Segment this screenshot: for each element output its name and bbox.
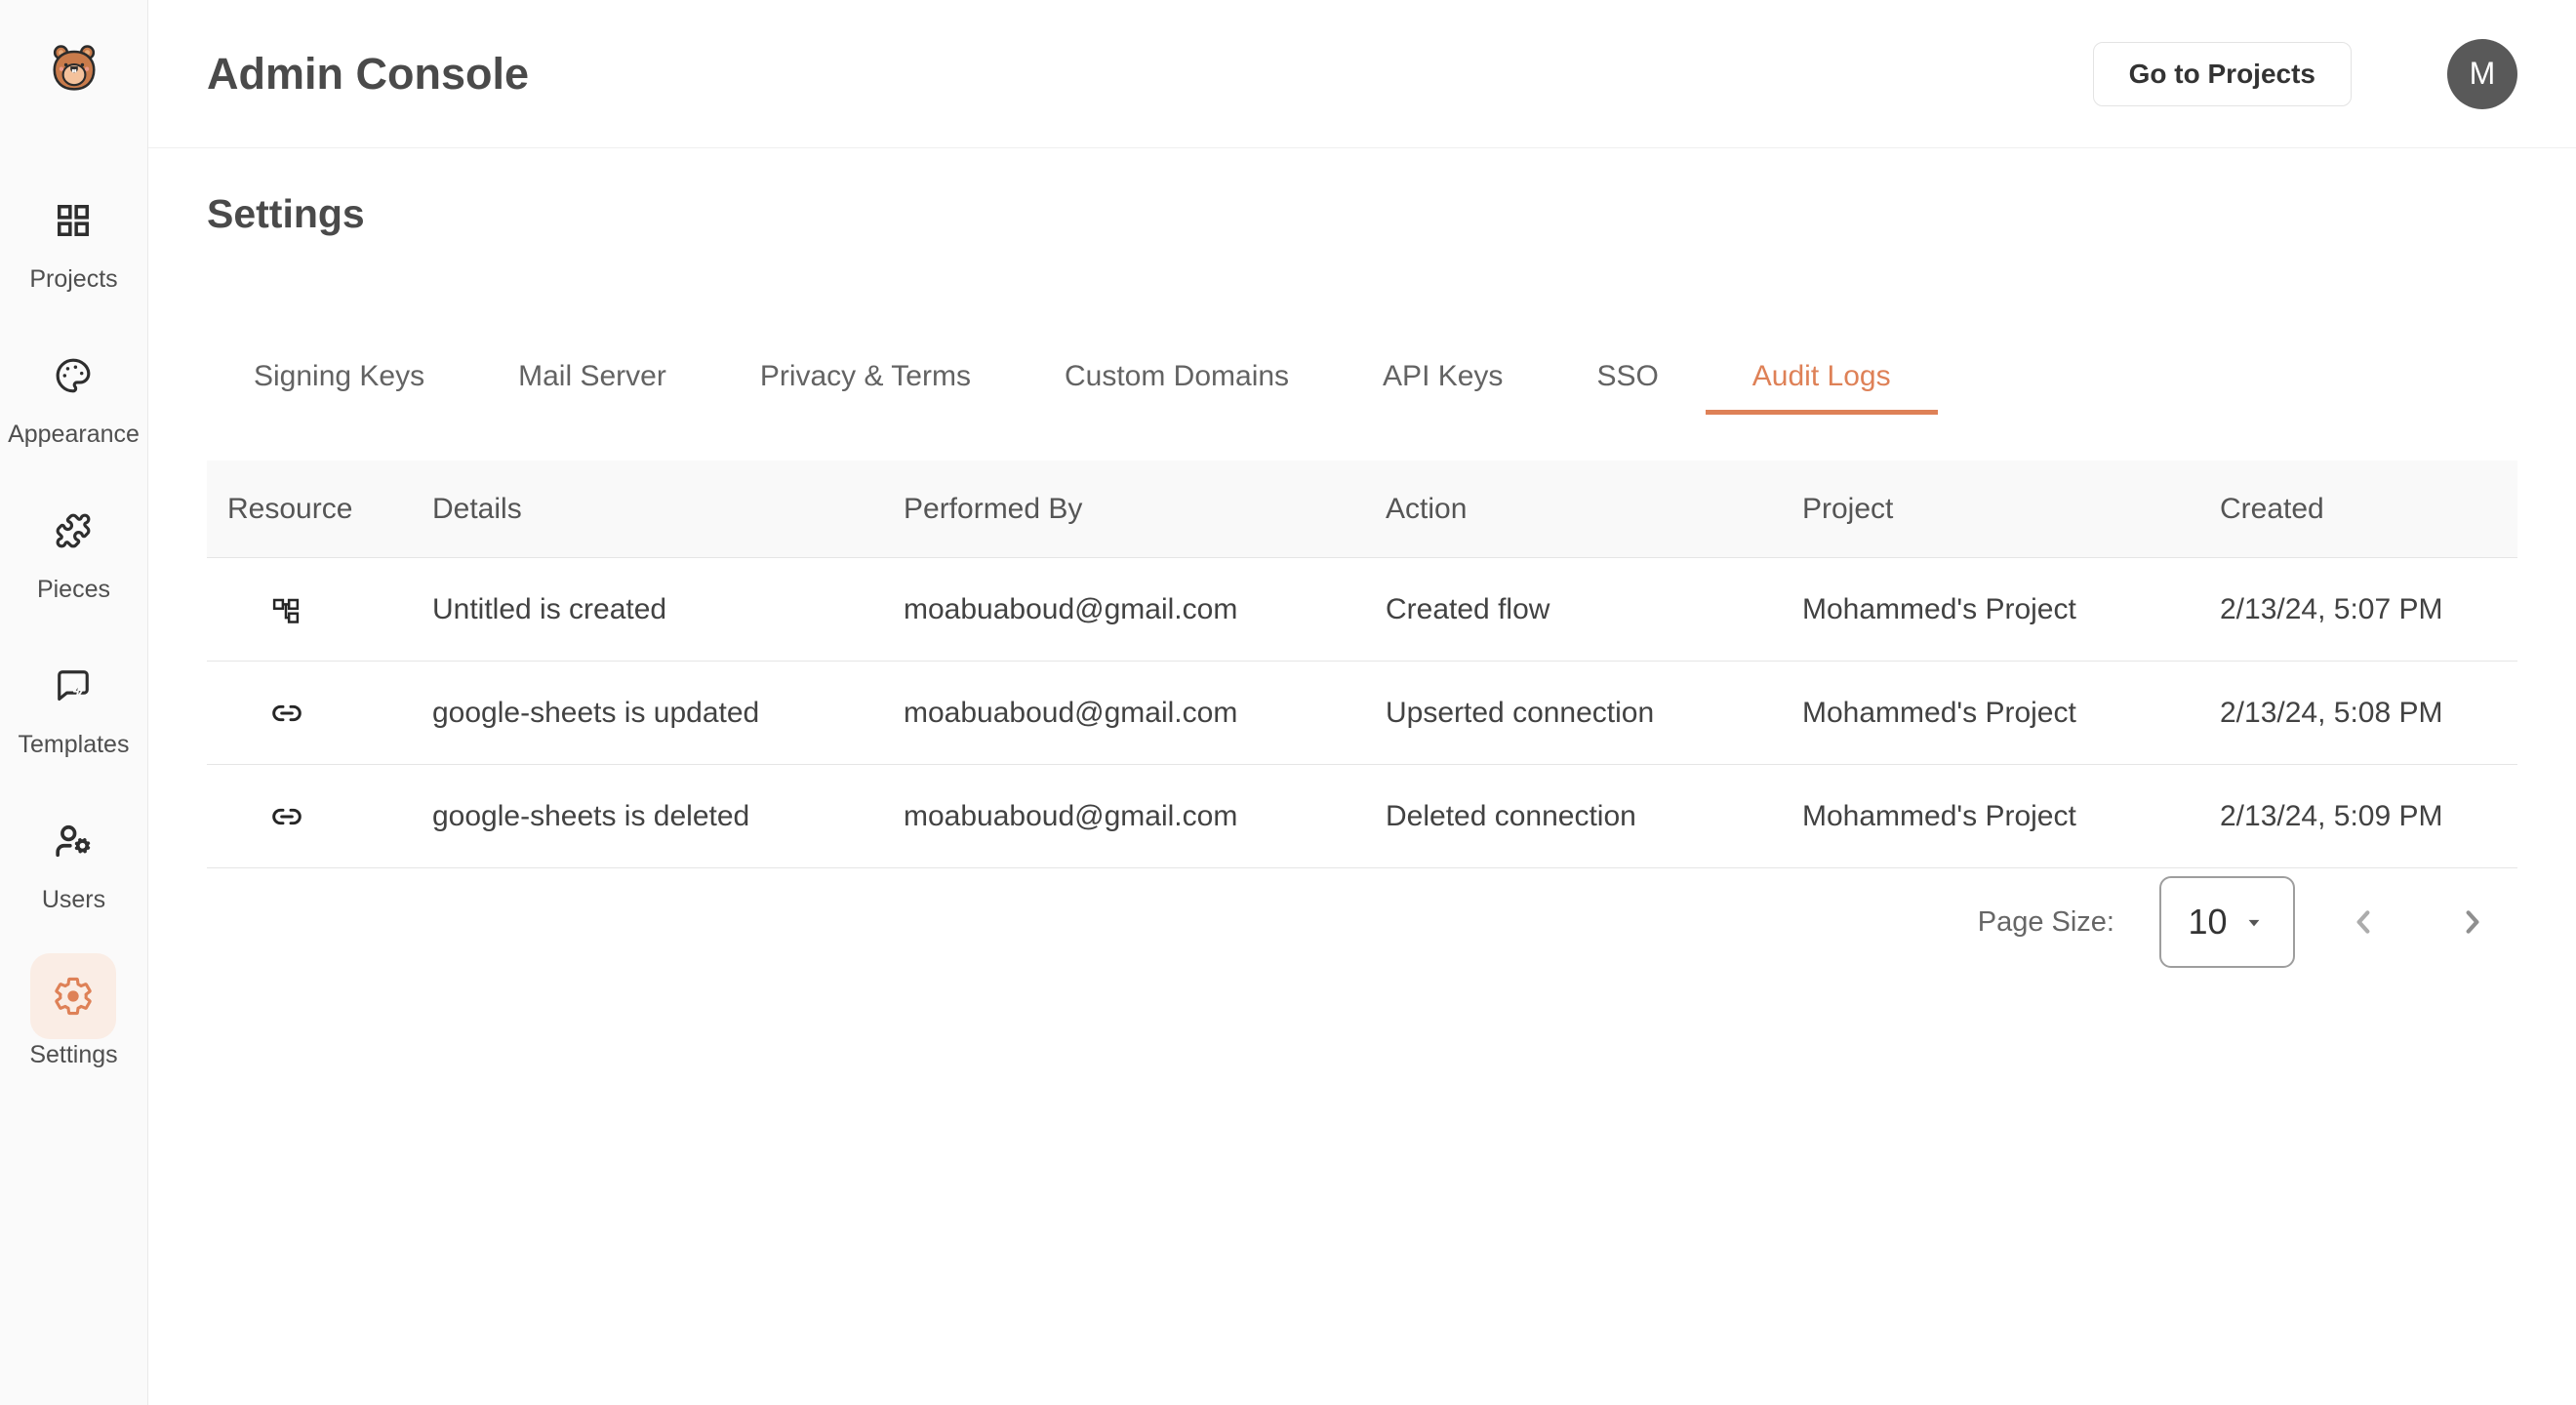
palette-icon: [30, 333, 116, 419]
caret-down-icon: [2241, 909, 2267, 935]
tab-signing-keys[interactable]: Signing Keys: [207, 342, 471, 415]
details-cell: google-sheets is deleted: [412, 800, 883, 833]
chevron-right-icon: [2452, 902, 2493, 943]
bear-mascot-icon: [48, 41, 101, 94]
column-header-performed-by: Performed By: [883, 493, 1365, 526]
tab-mail-server[interactable]: Mail Server: [471, 342, 713, 415]
column-header-resource: Resource: [207, 493, 412, 526]
page-size-label: Page Size:: [1978, 906, 2114, 939]
details-cell: google-sheets is updated: [412, 697, 883, 730]
settings-page: Settings Signing Keys Mail Server Privac…: [148, 191, 2576, 968]
previous-page-button[interactable]: [2340, 899, 2387, 945]
pagination: Page Size: 10: [207, 876, 2517, 968]
performed-by-cell: moabuaboud@gmail.com: [883, 800, 1365, 833]
created-cell: 2/13/24, 5:09 PM: [2199, 800, 2517, 833]
performed-by-cell: moabuaboud@gmail.com: [883, 593, 1365, 626]
page-title: Settings: [207, 191, 2517, 237]
project-cell: Mohammed's Project: [1782, 593, 2199, 626]
column-header-created: Created: [2199, 493, 2517, 526]
sidebar-item-settings[interactable]: Settings: [29, 953, 117, 1069]
sidebar-item-label: Appearance: [8, 421, 140, 449]
audit-logs-table: Resource Details Performed By Action Pro…: [207, 461, 2517, 868]
action-cell: Created flow: [1365, 593, 1782, 626]
app-title: Admin Console: [207, 49, 529, 100]
go-to-projects-button[interactable]: Go to Projects: [2093, 42, 2352, 106]
sidebar-item-label: Settings: [29, 1041, 117, 1069]
workflow-icon: [207, 595, 412, 624]
main-area: Admin Console Go to Projects M Settings …: [148, 0, 2576, 968]
project-cell: Mohammed's Project: [1782, 800, 2199, 833]
column-header-action: Action: [1365, 493, 1782, 526]
performed-by-cell: moabuaboud@gmail.com: [883, 697, 1365, 730]
gear-icon: [30, 953, 116, 1039]
tab-sso[interactable]: SSO: [1550, 342, 1705, 415]
created-cell: 2/13/24, 5:08 PM: [2199, 697, 2517, 730]
template-bolt-icon: [30, 643, 116, 729]
top-bar: Admin Console Go to Projects M: [148, 0, 2576, 148]
details-cell: Untitled is created: [412, 593, 883, 626]
tab-audit-logs[interactable]: Audit Logs: [1706, 342, 1938, 415]
sidebar-item-label: Pieces: [37, 576, 110, 604]
table-header-row: Resource Details Performed By Action Pro…: [207, 461, 2517, 558]
grid-icon: [30, 178, 116, 263]
user-gear-icon: [30, 798, 116, 884]
user-avatar[interactable]: M: [2447, 39, 2517, 109]
link-icon: [207, 698, 412, 729]
table-row: google-sheets is deleted moabuaboud@gmai…: [207, 765, 2517, 868]
sidebar-item-users[interactable]: Users: [30, 798, 116, 914]
sidebar-item-label: Templates: [19, 731, 130, 759]
table-row: Untitled is created moabuaboud@gmail.com…: [207, 558, 2517, 662]
sidebar-item-projects[interactable]: Projects: [29, 178, 117, 294]
tab-custom-domains[interactable]: Custom Domains: [1018, 342, 1336, 415]
table-row: google-sheets is updated moabuaboud@gmai…: [207, 662, 2517, 765]
page-size-value: 10: [2188, 902, 2227, 943]
next-page-button[interactable]: [2449, 899, 2496, 945]
column-header-project: Project: [1782, 493, 2199, 526]
puzzle-icon: [30, 488, 116, 574]
action-cell: Upserted connection: [1365, 697, 1782, 730]
sidebar-item-pieces[interactable]: Pieces: [30, 488, 116, 604]
page-size-dropdown[interactable]: 10: [2159, 876, 2295, 968]
sidebar-nav: Projects Appearance Pieces: [8, 178, 140, 1108]
sidebar-item-templates[interactable]: Templates: [19, 643, 130, 759]
tab-privacy-terms[interactable]: Privacy & Terms: [713, 342, 1018, 415]
sidebar-item-appearance[interactable]: Appearance: [8, 333, 140, 449]
action-cell: Deleted connection: [1365, 800, 1782, 833]
sidebar-item-label: Users: [42, 886, 105, 914]
sidebar-item-label: Projects: [29, 265, 117, 294]
tab-api-keys[interactable]: API Keys: [1336, 342, 1550, 415]
sidebar: Projects Appearance Pieces: [0, 0, 148, 1405]
project-cell: Mohammed's Project: [1782, 697, 2199, 730]
created-cell: 2/13/24, 5:07 PM: [2199, 593, 2517, 626]
chevron-left-icon: [2343, 902, 2384, 943]
column-header-details: Details: [412, 493, 883, 526]
settings-tabs: Signing Keys Mail Server Privacy & Terms…: [207, 342, 2517, 415]
link-icon: [207, 801, 412, 832]
